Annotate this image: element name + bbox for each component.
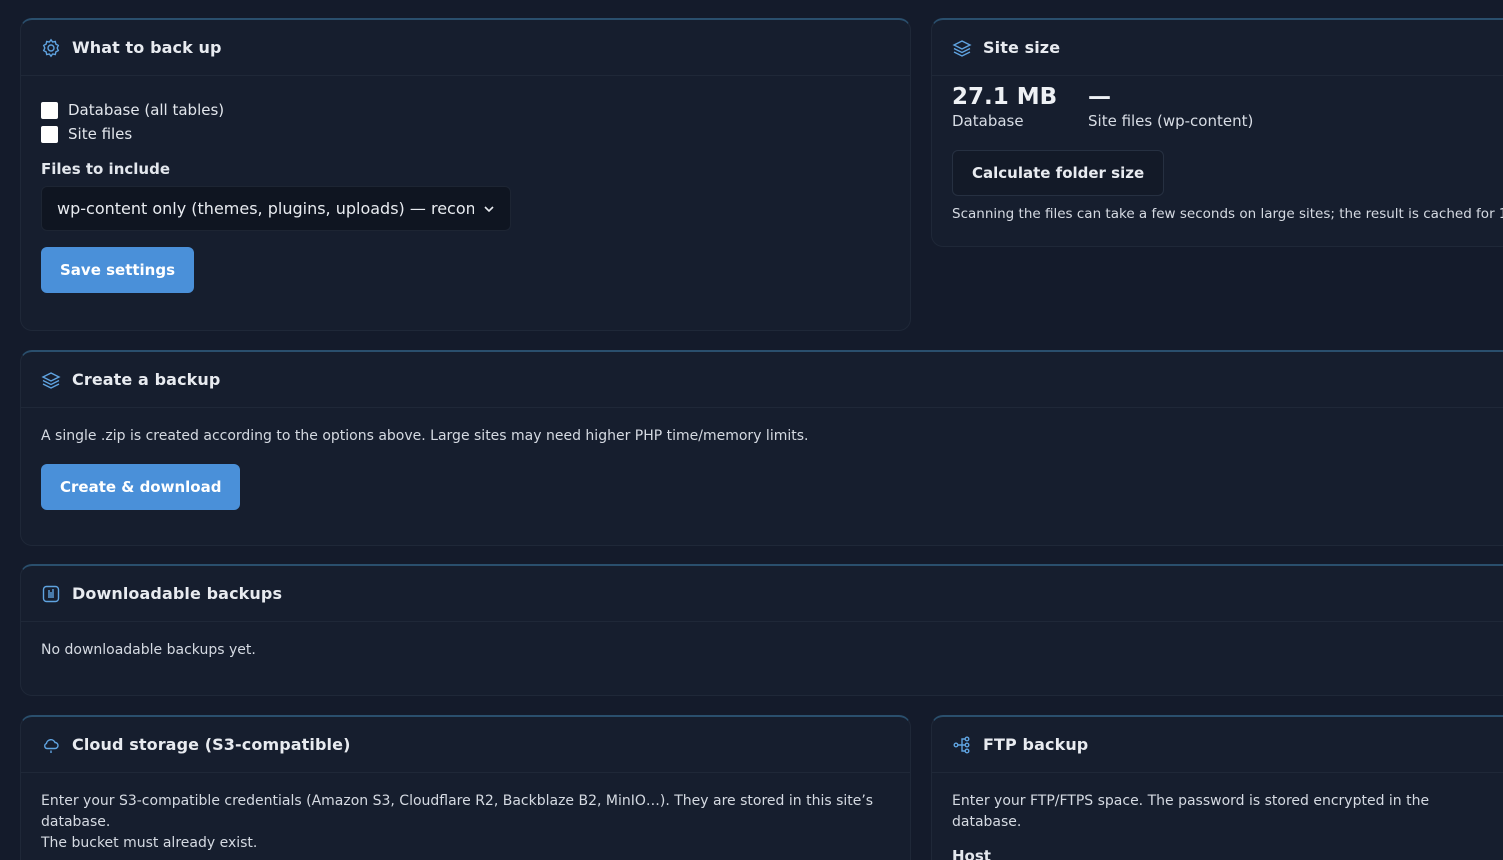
no-backups-text: No downloadable backups yet. [41,642,256,658]
cloud-storage-header: Cloud storage (S3-compatible) [21,717,910,773]
files-to-include-label: Files to include [41,160,170,178]
gear-icon [41,38,61,58]
ftp-backup-card: FTP backup Enter your FTP/FTPS space. Th… [931,715,1503,860]
site-files-checkbox[interactable] [41,125,58,143]
site-files-size-value: — [1088,84,1111,110]
layers-icon [952,38,972,58]
site-files-option-label: Site files [68,125,133,143]
site-size-card: Site size 27.1 MB Database — Site files … [931,18,1503,247]
what-to-backup-header: What to back up [21,20,910,76]
card-title: What to back up [72,38,222,57]
site-files-size-label: Site files (wp-content) [1088,112,1254,130]
site-size-header: Site size [932,20,1503,76]
files-select-value: wp-content only (themes, plugins, upload… [57,199,474,218]
database-checkbox[interactable] [41,101,58,119]
save-settings-button[interactable]: Save settings [41,247,195,293]
downloadable-backups-header: Downloadable backups [21,566,1503,622]
create-download-button[interactable]: Create & download [41,464,241,510]
chevron-down-icon [482,202,496,216]
files-to-include-select[interactable]: wp-content only (themes, plugins, upload… [41,186,511,231]
cloud-storage-card: Cloud storage (S3-compatible) Enter your… [20,715,911,860]
ftp-backup-header: FTP backup [932,717,1503,773]
layers-icon [41,370,61,390]
cloud-description-line2: The bucket must already exist. [41,835,258,851]
create-backup-header: Create a backup [21,352,1503,408]
card-title: Downloadable backups [72,584,283,603]
site-files-option[interactable]: Site files [41,122,890,146]
database-size-value: 27.1 MB [952,84,1058,110]
card-title: Create a backup [72,370,221,389]
database-option-label: Database (all tables) [68,101,225,119]
archive-icon [41,584,61,604]
card-title: Cloud storage (S3-compatible) [72,735,351,754]
ftp-description: Enter your FTP/FTPS space. The password … [952,793,1430,830]
downloadable-backups-card: Downloadable backups No downloadable bac… [20,564,1503,696]
site-size-note: Scanning the files can take a few second… [952,206,1503,222]
card-title: Site size [983,38,1061,57]
share-nodes-icon [952,735,972,755]
ftp-host-label: Host [952,847,991,860]
create-backup-card: Create a backup A single .zip is created… [20,350,1503,546]
database-stat: 27.1 MB Database [952,84,1088,130]
calculate-folder-size-button[interactable]: Calculate folder size [952,150,1165,196]
card-title: FTP backup [983,735,1089,754]
database-size-label: Database [952,112,1024,130]
database-option[interactable]: Database (all tables) [41,98,890,122]
site-files-stat: — Site files (wp-content) [1088,84,1253,130]
what-to-backup-card: What to back up Database (all tables) Si… [20,18,911,331]
cloud-description-line1: Enter your S3-compatible credentials (Am… [41,793,874,830]
cloud-icon [41,735,61,755]
create-backup-description: A single .zip is created according to th… [41,428,809,444]
